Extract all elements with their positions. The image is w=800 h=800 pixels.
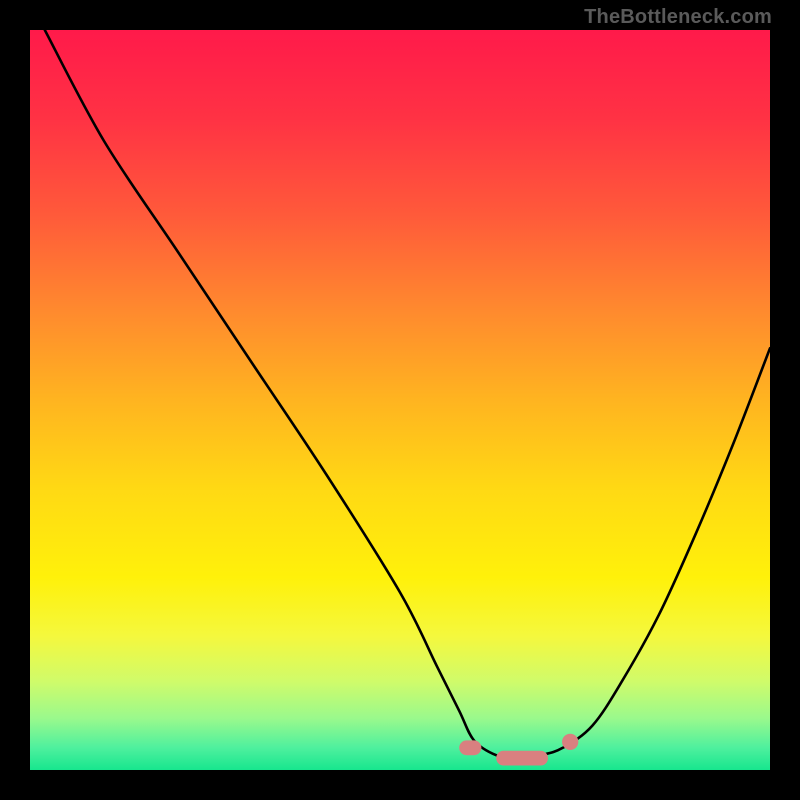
plot-area xyxy=(30,30,770,770)
watermark-text: TheBottleneck.com xyxy=(584,6,772,29)
curve-layer xyxy=(30,30,770,770)
marker-bar xyxy=(496,751,548,766)
bottleneck-curve xyxy=(45,30,770,759)
marker-dot xyxy=(562,734,578,750)
marker-bar xyxy=(459,740,481,755)
chart-frame: TheBottleneck.com xyxy=(0,0,800,800)
